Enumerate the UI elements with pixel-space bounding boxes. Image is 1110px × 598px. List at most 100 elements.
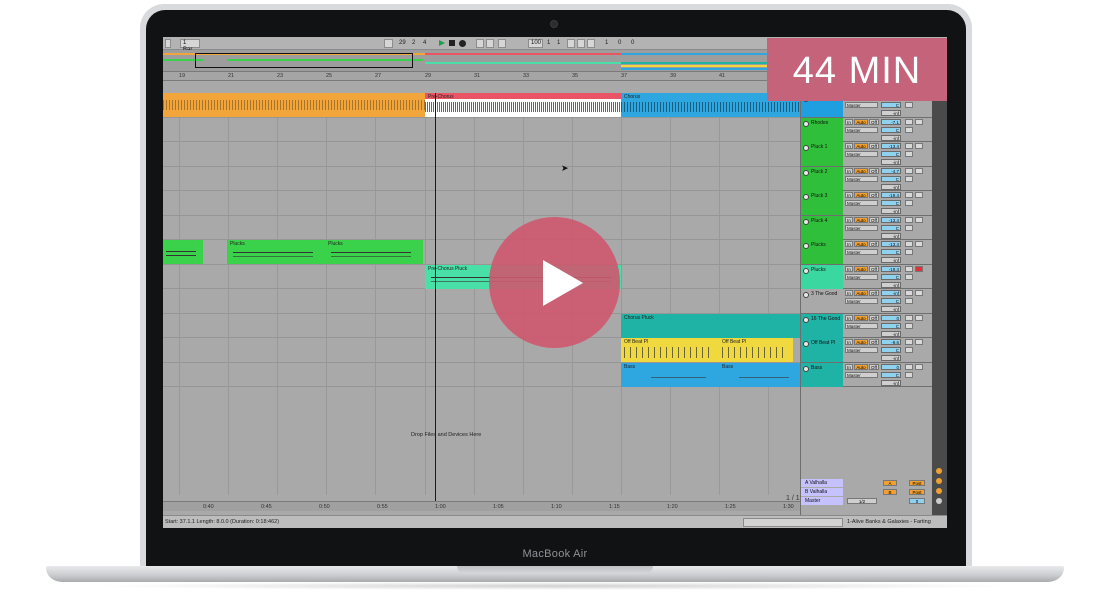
solo-button[interactable] [905,371,913,378]
pan-field[interactable]: C [881,175,901,182]
video-play-button[interactable] [489,217,620,348]
pan-field[interactable]: C [881,322,901,329]
off-button[interactable]: Off [869,143,879,149]
send-field[interactable]: -inf [881,110,901,116]
auto-button[interactable]: Auto [854,167,868,174]
track-lane[interactable] [163,289,800,314]
send-field[interactable]: -inf [881,232,901,239]
solo-button[interactable] [905,102,913,108]
solo-button[interactable] [905,224,913,231]
output-select[interactable]: Master [845,322,878,329]
track-activator-icon[interactable] [803,341,809,347]
input-button[interactable]: In [845,118,853,125]
volume-field[interactable]: -13.4 [881,143,901,149]
off-button[interactable]: Off [869,363,879,370]
send-field[interactable]: -inf [881,183,901,190]
track-activator-icon[interactable] [803,169,809,176]
track-header[interactable]: Plucks In Auto Off Master -19.4 C -inf [801,264,933,289]
end-sixteenth[interactable]: 0 [631,39,634,48]
off-button[interactable]: Off [869,241,879,247]
playhead[interactable] [435,93,436,505]
position-sixteenth[interactable]: 4 [423,39,426,48]
track-header[interactable]: Pluck 2 In Auto Off Master -4.7 C -inf [801,166,933,191]
send-field[interactable]: -inf [881,355,901,361]
track-activator-icon[interactable] [803,120,809,127]
volume-field[interactable]: -4.7 [881,167,901,174]
auto-button[interactable]: Auto [854,118,868,125]
track-number-button[interactable] [905,290,913,296]
position-beat[interactable]: 2 [412,39,415,48]
volume-field[interactable]: -inf [881,290,901,296]
output-select[interactable]: Master [845,273,878,280]
loop-icon[interactable] [498,39,506,48]
track-number-button[interactable] [905,118,913,125]
pan-field[interactable]: C [881,371,901,378]
midi-clip[interactable]: Chorus Pluck [621,313,803,338]
solo-button[interactable] [905,273,913,280]
input-button[interactable]: In [845,363,853,370]
track-lane[interactable] [163,118,800,142]
solo-button[interactable] [905,347,913,353]
track-lane[interactable] [163,142,800,167]
send-field[interactable]: -inf [881,159,901,165]
midi-clip[interactable] [163,240,203,264]
arrangement-view[interactable]: Pre-Chorus Chorus Plucks Plucks Pre-Chor… [163,93,803,495]
tempo-field[interactable]: 100 [528,39,543,48]
solo-button[interactable] [905,298,913,304]
input-button[interactable]: In [845,143,853,149]
input-button[interactable]: In [845,192,853,198]
off-button[interactable]: Off [869,265,879,272]
solo-button[interactable] [905,200,913,206]
volume-field[interactable]: -9.6 [881,339,901,345]
off-button[interactable]: Off [869,339,879,345]
auto-button[interactable]: Auto [854,339,868,345]
off-button[interactable]: Off [869,192,879,198]
send-label[interactable]: B [883,489,897,495]
off-button[interactable]: Off [869,216,879,223]
track-activator-icon[interactable] [803,145,809,151]
pan-field[interactable]: C [881,102,901,108]
master-track[interactable]: Master 1/2 0 [801,497,931,505]
follow-button[interactable] [384,39,393,48]
output-select[interactable]: Master [845,200,878,206]
midi-clip[interactable]: Plucks [325,240,423,264]
auto-button[interactable]: Auto [854,265,868,272]
end-beat[interactable]: 0 [618,39,621,48]
track-header[interactable]: 16 The Good In Auto Off Master 0 C -inf [801,313,933,338]
volume-field[interactable]: -7.1 [881,118,901,125]
volume-field[interactable]: -13.4 [881,241,901,247]
overdub-button[interactable] [476,39,484,48]
input-button[interactable]: In [845,339,853,345]
output-select[interactable]: Master [845,126,878,133]
track-number-button[interactable] [905,241,913,247]
track-number-button[interactable] [905,339,913,345]
arm-button[interactable] [915,143,923,149]
midi-clip[interactable]: Bass [719,362,803,387]
pan-field[interactable]: C [881,273,901,280]
automation-arm-button[interactable] [486,39,494,48]
track-header[interactable]: Bass In Auto Off Master 0 C -inf [801,362,933,387]
time-ruler[interactable]: 0:40 0:45 0:50 0:55 1:00 1:05 1:10 1:15 … [163,501,800,511]
track-header[interactable]: Off Beat Pl In Auto Off Master -9.6 C -inf [801,338,933,363]
track-header[interactable]: Rhodes In Auto Off Master -7.1 C -inf [801,117,933,142]
pan-field[interactable]: C [881,200,901,206]
output-select[interactable]: Master [845,371,878,378]
track-activator-icon[interactable] [803,292,809,298]
output-select[interactable]: Master [845,298,878,304]
pencil-icon[interactable] [587,39,595,48]
pan-field[interactable]: C [881,151,901,157]
auto-button[interactable]: Auto [854,363,868,370]
end-bar[interactable]: 1 [605,39,608,48]
off-button[interactable]: Off [869,167,879,174]
track-lane[interactable] [163,216,800,240]
master-output[interactable]: 1/2 [847,498,877,504]
track-activator-icon[interactable] [803,243,809,249]
track-number-button[interactable] [905,265,913,272]
input-button[interactable]: In [845,167,853,174]
midi-clip[interactable]: Bass [621,362,719,387]
midi-clip[interactable]: Off Beat Pl [621,338,719,362]
auto-button[interactable]: Auto [854,192,868,198]
volume-field[interactable]: -19.4 [881,192,901,198]
meter-denominator[interactable]: 1 [557,39,560,48]
solo-button[interactable] [905,126,913,133]
